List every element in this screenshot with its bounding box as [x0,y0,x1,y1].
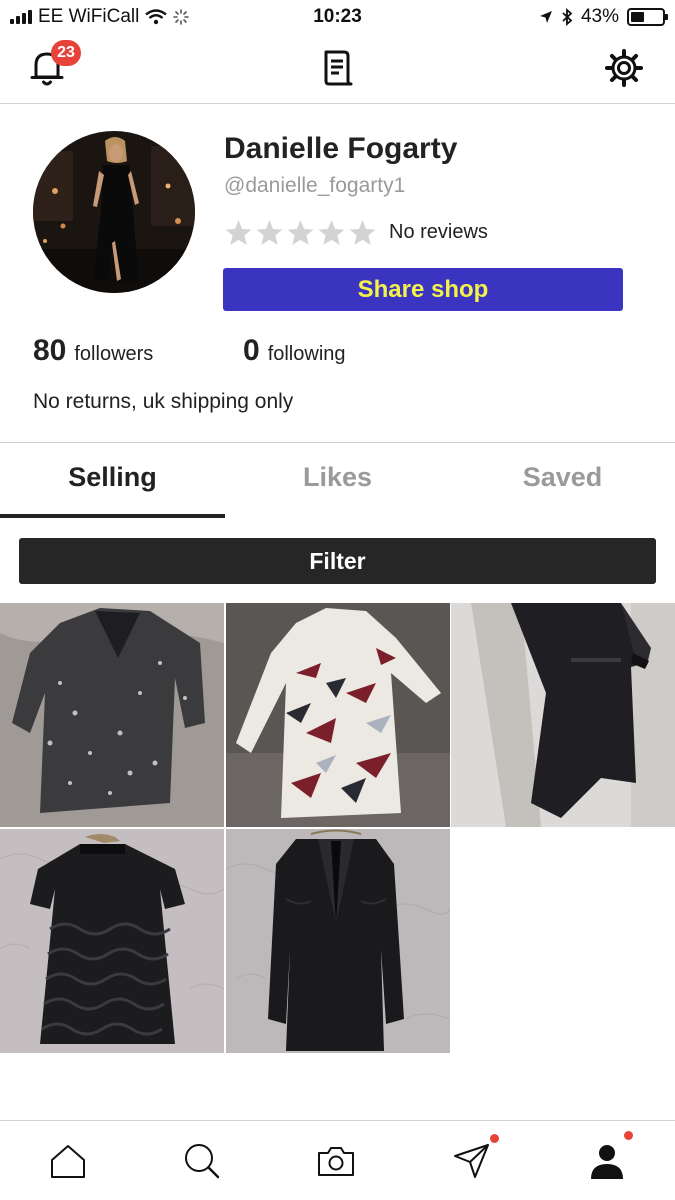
messages-unread-dot [490,1134,499,1143]
status-right: 43% [539,6,668,28]
status-bar: EE WiFiCall 10:23 43% [0,0,675,34]
filter-button[interactable]: Filter [19,538,656,584]
profile-icon [591,1145,623,1179]
following-label: following [267,343,346,365]
search-icon [185,1144,220,1179]
star-icon [225,220,252,245]
followers-stat[interactable]: 80 followers [33,334,153,368]
battery-level [631,12,644,22]
battery-icon [627,8,668,26]
top-nav: 23 [0,34,675,104]
notification-badge: 23 [51,40,81,66]
reviews-label[interactable]: No reviews [389,221,488,244]
rating-stars [224,219,377,246]
nav-sell-camera[interactable] [314,1139,358,1183]
listing-photo [0,603,224,827]
listing-tile-satin-dress[interactable] [451,603,675,827]
send-icon [454,1144,489,1178]
star-icon [256,220,283,245]
following-stat[interactable]: 0 following [243,334,346,368]
settings-button[interactable] [602,46,646,90]
bluetooth-icon [562,8,573,26]
avatar-photo [33,131,195,293]
avatar[interactable] [33,131,195,293]
listing-photo [451,603,675,827]
following-count: 0 [243,334,260,367]
star-icon [349,220,376,245]
nav-search[interactable] [180,1139,224,1183]
listing-photo [226,603,450,827]
listing-tile-lace-dress[interactable] [0,829,224,1053]
followers-count: 80 [33,334,67,367]
nav-home[interactable] [46,1139,90,1183]
gear-icon [605,49,643,87]
tab-likes[interactable]: Likes [225,462,450,493]
star-icon [318,220,345,245]
listing-photo [0,829,224,1053]
receipt-icon [324,50,353,86]
profile-bio: No returns, uk shipping only [33,390,294,413]
nav-messages[interactable] [450,1134,499,1183]
followers-label: followers [74,343,154,365]
profile-name: Danielle Fogarty [224,132,458,165]
battery-percent: 43% [580,6,619,27]
listing-photo [226,829,450,1053]
tab-saved[interactable]: Saved [450,462,675,493]
home-icon [51,1145,85,1178]
profile-unread-dot [624,1131,633,1140]
tab-selling[interactable]: Selling [0,462,225,493]
listing-tile-sequin-dress[interactable] [0,603,224,827]
location-arrow-icon [539,11,552,23]
listing-tile-printed-dress[interactable] [226,603,450,827]
nav-profile[interactable] [585,1131,633,1183]
bottom-nav [0,1120,675,1200]
share-shop-button[interactable]: Share shop [223,268,623,311]
notifications-button[interactable]: 23 [25,40,81,90]
divider [0,442,675,443]
orders-button[interactable] [315,46,359,90]
active-tab-indicator [0,514,225,518]
profile-handle: @danielle_fogarty1 [224,174,406,197]
listing-tile-black-dress[interactable] [226,829,450,1053]
camera-icon [318,1147,354,1176]
star-icon [287,220,314,245]
